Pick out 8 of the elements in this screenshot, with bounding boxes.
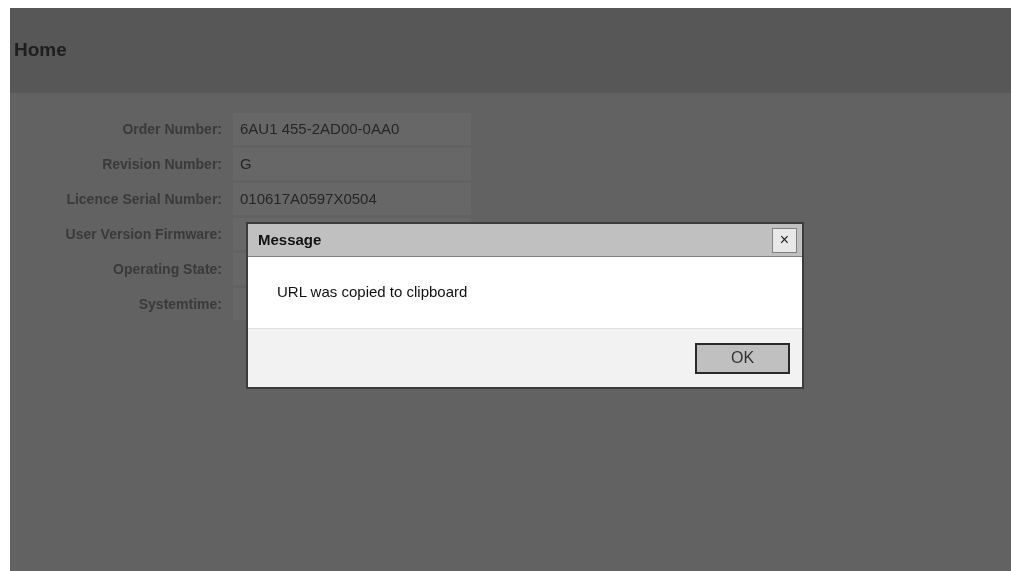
dialog-title: Message <box>258 229 322 250</box>
field-value: 6AU1 455-2AD00-0AA0 <box>233 113 471 145</box>
page-title: Home <box>14 38 67 63</box>
dialog-message: URL was copied to clipboard <box>277 282 468 303</box>
ok-button[interactable]: OK <box>695 342 790 374</box>
field-value: 010617A0597X0504 <box>233 183 471 215</box>
close-button[interactable]: × <box>772 227 797 253</box>
field-value: G <box>233 148 471 180</box>
